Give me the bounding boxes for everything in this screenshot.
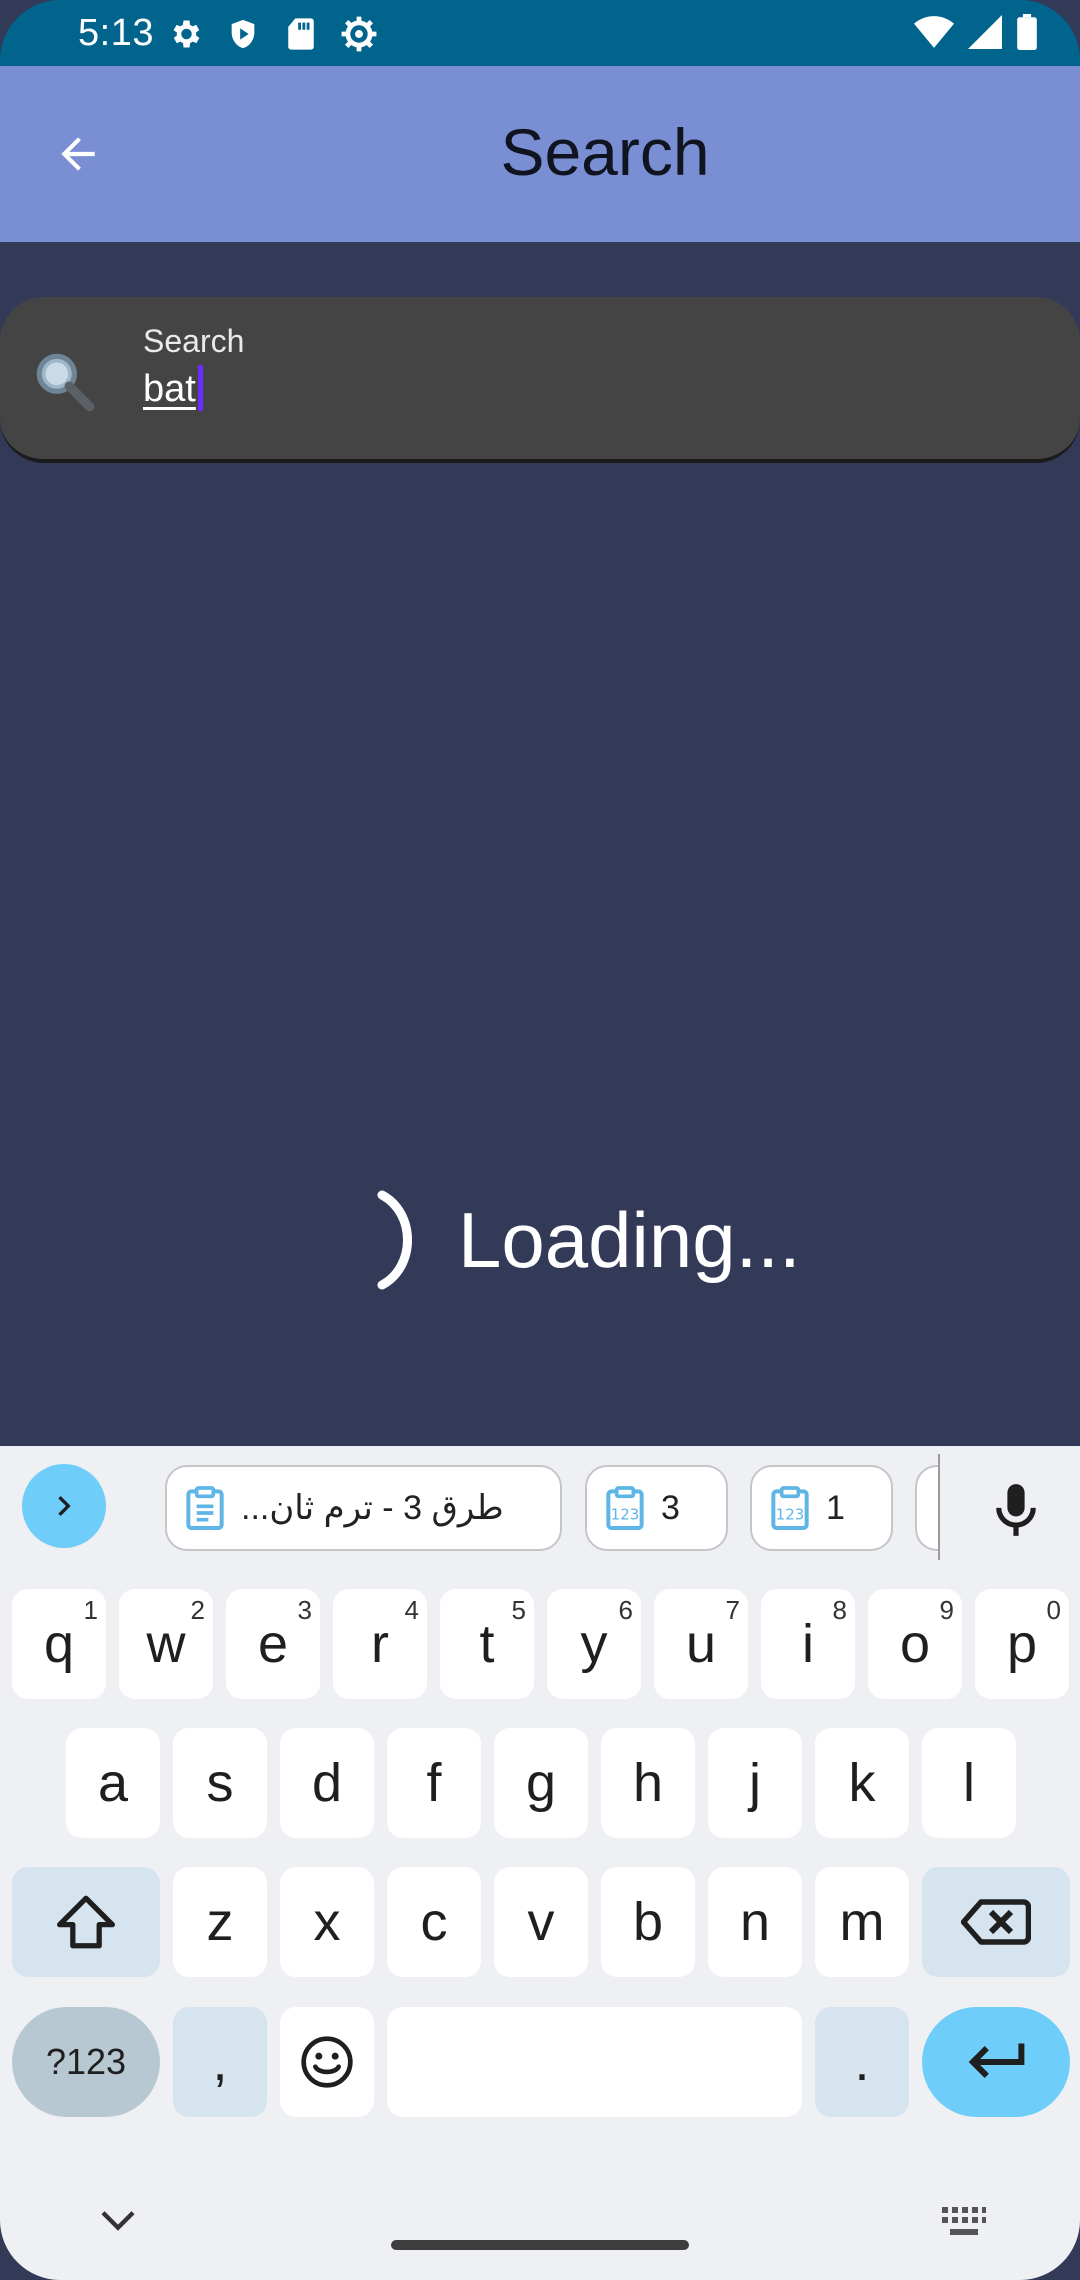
backspace-key[interactable] bbox=[922, 1867, 1070, 1977]
loading-indicator: Loading... bbox=[376, 1185, 801, 1295]
chip-text: 1 bbox=[826, 1488, 845, 1527]
clipboard-icon bbox=[186, 1486, 224, 1530]
key-m[interactable]: m bbox=[815, 1867, 909, 1977]
clipboard-suggestion-chip-partial[interactable] bbox=[915, 1465, 939, 1551]
soft-keyboard: طرق 3 - ترم ثان... 123 3 123 1 q1 w2 e3 … bbox=[0, 1446, 1080, 2280]
key-u[interactable]: u7 bbox=[654, 1589, 748, 1699]
key-e[interactable]: e3 bbox=[226, 1589, 320, 1699]
search-label: Search bbox=[143, 323, 245, 359]
status-time: 5:13 bbox=[78, 12, 154, 54]
status-bar: 5:13 bbox=[0, 0, 1080, 66]
clipboard-123-icon: 123 bbox=[606, 1486, 644, 1530]
key-c[interactable]: c bbox=[387, 1867, 481, 1977]
signal-icon bbox=[968, 15, 1002, 49]
chip-text: طرق 3 - ترم ثان... bbox=[241, 1489, 504, 1527]
key-l[interactable]: l bbox=[922, 1728, 1016, 1838]
clipboard-123-icon: 123 bbox=[771, 1486, 809, 1530]
key-z[interactable]: z bbox=[173, 1867, 267, 1977]
gear-icon bbox=[166, 15, 204, 53]
chip-text: 3 bbox=[661, 1488, 680, 1527]
key-j[interactable]: j bbox=[708, 1728, 802, 1838]
svg-text:123: 123 bbox=[776, 1506, 805, 1524]
key-w[interactable]: w2 bbox=[119, 1589, 213, 1699]
emoji-icon bbox=[301, 2036, 353, 2088]
key-p[interactable]: p0 bbox=[975, 1589, 1069, 1699]
key-a[interactable]: a bbox=[66, 1728, 160, 1838]
emoji-key[interactable] bbox=[280, 2007, 374, 2117]
app-bar: Search bbox=[0, 66, 1080, 242]
spinner-icon bbox=[377, 1190, 412, 1290]
key-g[interactable]: g bbox=[494, 1728, 588, 1838]
clipboard-suggestion-chip[interactable]: طرق 3 - ترم ثان... bbox=[165, 1465, 562, 1551]
backspace-icon bbox=[961, 1899, 1031, 1945]
key-b[interactable]: b bbox=[601, 1867, 695, 1977]
key-v[interactable]: v bbox=[494, 1867, 588, 1977]
key-x[interactable]: x bbox=[280, 1867, 374, 1977]
key-t[interactable]: t5 bbox=[440, 1589, 534, 1699]
clipboard-suggestion-chip[interactable]: 123 3 bbox=[585, 1465, 728, 1551]
battery-icon bbox=[1017, 14, 1037, 50]
search-input-value: bat bbox=[143, 368, 196, 410]
symbols-key[interactable]: ?123 bbox=[12, 2007, 160, 2117]
svg-text:123: 123 bbox=[611, 1506, 640, 1524]
search-input[interactable]: bat bbox=[143, 365, 203, 411]
key-f[interactable]: f bbox=[387, 1728, 481, 1838]
key-q[interactable]: q1 bbox=[12, 1589, 106, 1699]
space-key[interactable] bbox=[387, 2007, 802, 2117]
period-key[interactable]: . bbox=[815, 2007, 909, 2117]
enter-key[interactable] bbox=[922, 2007, 1070, 2117]
key-h[interactable]: h bbox=[601, 1728, 695, 1838]
status-right-icons bbox=[914, 14, 1038, 50]
key-d[interactable]: d bbox=[280, 1728, 374, 1838]
key-i[interactable]: i8 bbox=[761, 1589, 855, 1699]
magnifier-icon bbox=[36, 353, 95, 412]
key-r[interactable]: r4 bbox=[333, 1589, 427, 1699]
settings-cog-icon bbox=[340, 15, 378, 53]
shift-key[interactable] bbox=[12, 1867, 160, 1977]
sd-card-icon bbox=[282, 15, 320, 53]
status-left-icons bbox=[166, 14, 378, 54]
chevron-right-icon bbox=[58, 1496, 71, 1516]
key-n[interactable]: n bbox=[708, 1867, 802, 1977]
clipboard-suggestion-chip[interactable]: 123 1 bbox=[750, 1465, 893, 1551]
search-field[interactable]: Search bat bbox=[0, 297, 1080, 463]
key-k[interactable]: k bbox=[815, 1728, 909, 1838]
key-s[interactable]: s bbox=[173, 1728, 267, 1838]
comma-key[interactable]: , bbox=[173, 2007, 267, 2117]
microphone-icon bbox=[996, 1484, 1036, 1536]
shift-arrow-icon bbox=[57, 1895, 115, 1949]
enter-arrow-icon bbox=[968, 2043, 1025, 2078]
toolbar-divider bbox=[938, 1454, 940, 1560]
voice-input-button[interactable] bbox=[980, 1474, 1052, 1546]
gesture-home-bar[interactable] bbox=[391, 2240, 689, 2250]
loading-text: Loading... bbox=[458, 1195, 801, 1284]
keyboard-switch-icon[interactable] bbox=[940, 2204, 988, 2238]
page-title: Search bbox=[500, 115, 710, 189]
toolbar-expand-button[interactable] bbox=[22, 1464, 106, 1548]
shield-play-icon bbox=[224, 15, 262, 53]
text-cursor bbox=[197, 365, 203, 411]
key-y[interactable]: y6 bbox=[547, 1589, 641, 1699]
hide-keyboard-chevron-icon[interactable] bbox=[98, 2206, 138, 2236]
wifi-icon bbox=[914, 16, 954, 48]
key-o[interactable]: o9 bbox=[868, 1589, 962, 1699]
